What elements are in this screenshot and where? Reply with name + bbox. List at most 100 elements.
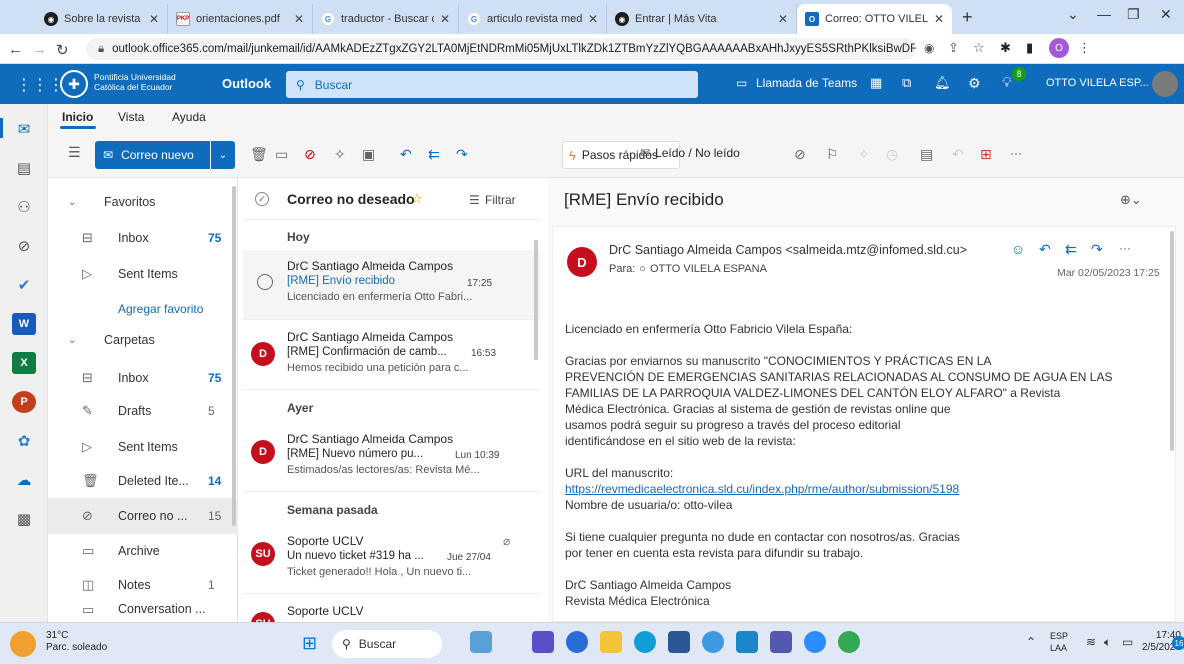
user-name[interactable]: OTTO VILELA ESP...	[1046, 77, 1149, 89]
people-icon[interactable]: ⚇	[12, 196, 36, 218]
weather-widget[interactable]: 31°C Parc. soleado	[46, 630, 107, 654]
folder-deleted[interactable]: 🗑︎ Deleted Ite... 14	[48, 463, 238, 499]
folder-drafts[interactable]: ✎ Drafts 5	[48, 393, 238, 429]
browser-tab-active[interactable]: O Correo: OTTO VILELA ✕	[797, 4, 952, 34]
eye-icon[interactable]: ◉	[924, 41, 934, 55]
onedrive-icon[interactable]: ☁	[12, 469, 36, 491]
delete-icon[interactable]: 🗑︎	[250, 146, 268, 163]
tips-icon[interactable]: 💡︎	[1002, 74, 1012, 91]
reply-icon[interactable]: ↶	[400, 146, 412, 163]
close-window-icon[interactable]: ✕	[1160, 6, 1172, 23]
taskbar-search[interactable]: ⚲ Buscar	[332, 630, 442, 658]
close-icon[interactable]: ✕	[588, 12, 598, 26]
search-box[interactable]: ⚲ Buscar	[286, 71, 698, 98]
language-indicator[interactable]: ESP LAA	[1050, 630, 1068, 654]
forward-mail-icon[interactable]: ↷	[456, 146, 468, 163]
calendar-icon[interactable]: ▤	[12, 157, 36, 179]
weather-icon[interactable]	[10, 631, 36, 657]
close-icon[interactable]: ✕	[934, 12, 944, 26]
browser-menu-icon[interactable]: ⋮	[1078, 40, 1091, 56]
message-row-selected[interactable]: DrC Santiago Almeida Campos [RME] Envío …	[243, 250, 540, 320]
email-from[interactable]: DrC Santiago Almeida Campos <salmeida.mt…	[609, 243, 967, 257]
todo-icon[interactable]: ✔	[12, 274, 36, 296]
more-options-button[interactable]: ···	[1010, 146, 1022, 160]
back-icon[interactable]: ←	[8, 41, 23, 58]
photos-icon[interactable]	[736, 631, 758, 653]
star-icon[interactable]: ☆	[411, 191, 423, 207]
report-icon[interactable]: ⊘	[304, 146, 316, 163]
app-launcher-icon[interactable]: ⋮⋮⋮	[16, 75, 64, 95]
folder-archive[interactable]: ▭ Archive	[48, 533, 238, 569]
select-all-checkbox[interactable]: ✓	[255, 192, 269, 206]
minimize-icon[interactable]: —	[1097, 6, 1111, 22]
mail-icon[interactable]: ✉	[12, 118, 36, 140]
restore-icon[interactable]: ❐	[1127, 6, 1140, 23]
url-bar[interactable]: 🔒︎ outlook.office365.com/mail/junkemail/…	[86, 38, 916, 60]
chrome-app-icon[interactable]	[702, 631, 724, 653]
edge-icon[interactable]	[634, 631, 656, 653]
app-name[interactable]: Outlook	[222, 76, 271, 91]
list-scrollbar[interactable]	[534, 240, 538, 360]
smile-icon[interactable]: ☺	[1011, 241, 1025, 257]
browser-tab-3[interactable]: G traductor - Buscar con ✕	[313, 4, 459, 34]
read-unread-button[interactable]: ✉ Leído / No leído	[640, 146, 740, 160]
browser-tab-4[interactable]: G articulo revista medic ✕	[459, 4, 607, 34]
reply-all-icon[interactable]: ⇇	[428, 146, 440, 163]
powerpoint-icon[interactable]: P	[12, 391, 36, 413]
move-icon[interactable]: ▣	[362, 146, 375, 163]
file-explorer-icon[interactable]	[600, 631, 622, 653]
reload-icon[interactable]: ↻	[56, 41, 69, 59]
excel-icon[interactable]: X	[12, 352, 36, 374]
flag-icon[interactable]: ⚐	[826, 146, 839, 163]
notification-count-badge[interactable]: 16	[1172, 636, 1184, 650]
folder-inbox[interactable]: ⊟ Inbox 75	[48, 360, 238, 396]
tab-search-icon[interactable]: ⌄	[1067, 6, 1079, 23]
reading-scrollbar[interactable]	[1170, 231, 1174, 451]
user-avatar[interactable]	[1152, 71, 1178, 97]
reply-icon[interactable]: ↶	[1039, 241, 1051, 258]
tab-inicio[interactable]: Inicio	[62, 110, 93, 124]
folder-sent-items[interactable]: ▷ Sent Items	[48, 429, 238, 465]
forward-icon[interactable]: →	[32, 41, 47, 58]
message-row[interactable]: SU Soporte UCLV	[243, 594, 540, 622]
fav-sent-items[interactable]: ▷ Sent Items	[48, 256, 238, 292]
message-row[interactable]: D DrC Santiago Almeida Campos [RME] Nuev…	[243, 422, 540, 492]
attach-icon[interactable]: ⊘	[12, 235, 36, 257]
to-recipient[interactable]: OTTO VILELA ESPANA	[650, 263, 767, 275]
yammer-icon[interactable]: ✿	[12, 430, 36, 452]
browser-tab-5[interactable]: ◉ Entrar | Más Vita ✕	[607, 4, 797, 34]
volume-icon[interactable]: 🔈︎	[1104, 635, 1111, 650]
teams-icon[interactable]	[770, 631, 792, 653]
new-mail-dropdown[interactable]: ⌄	[211, 141, 235, 169]
extensions-icon[interactable]: ✱	[1000, 40, 1011, 56]
teams-call-button[interactable]: Llamada de Teams	[756, 76, 857, 90]
undo-icon[interactable]: ↶	[952, 146, 964, 163]
more-apps-icon[interactable]: ▩	[12, 508, 36, 530]
zoom-icon[interactable]	[804, 631, 826, 653]
folder-conversation[interactable]: ▭ Conversation ...	[48, 602, 238, 622]
select-radio[interactable]	[257, 274, 273, 290]
sidepanel-icon[interactable]: ▮	[1026, 40, 1033, 56]
reply-all-icon[interactable]: ⇇	[1065, 241, 1077, 258]
fav-inbox[interactable]: ⊟ Inbox 75	[48, 220, 238, 256]
forward-mail-icon[interactable]: ↷	[1091, 241, 1103, 258]
browser-tab-2[interactable]: PKP orientaciones.pdf ✕	[168, 4, 313, 34]
more-actions-button[interactable]: ···	[1119, 241, 1131, 255]
tab-vista[interactable]: Vista	[118, 110, 144, 124]
wifi-icon[interactable]: ≋	[1086, 635, 1096, 649]
hamburger-icon[interactable]: ☰	[68, 144, 81, 161]
message-row[interactable]: D DrC Santiago Almeida Campos [RME] Conf…	[243, 320, 540, 390]
bell-icon[interactable]: 🔔︎	[934, 75, 951, 91]
snooze-icon[interactable]: ◷	[886, 146, 898, 163]
zoom-icon[interactable]: ⊕⌄	[1120, 192, 1142, 208]
word-icon[interactable]: W	[12, 313, 36, 335]
battery-icon[interactable]: ▭	[1122, 635, 1133, 649]
archive-icon[interactable]: ▭	[275, 146, 288, 163]
folder-junk-selected[interactable]: ⊘ Correo no ... 15	[48, 498, 238, 534]
close-icon[interactable]: ✕	[778, 12, 788, 26]
new-mail-button[interactable]: ✉ Correo nuevo	[95, 141, 210, 169]
profile-icon[interactable]: O	[1049, 38, 1069, 58]
tag-icon[interactable]: ⊘	[794, 146, 806, 163]
folders-header[interactable]: ⌄ Carpetas	[48, 322, 238, 358]
camera-app-icon[interactable]	[566, 631, 588, 653]
